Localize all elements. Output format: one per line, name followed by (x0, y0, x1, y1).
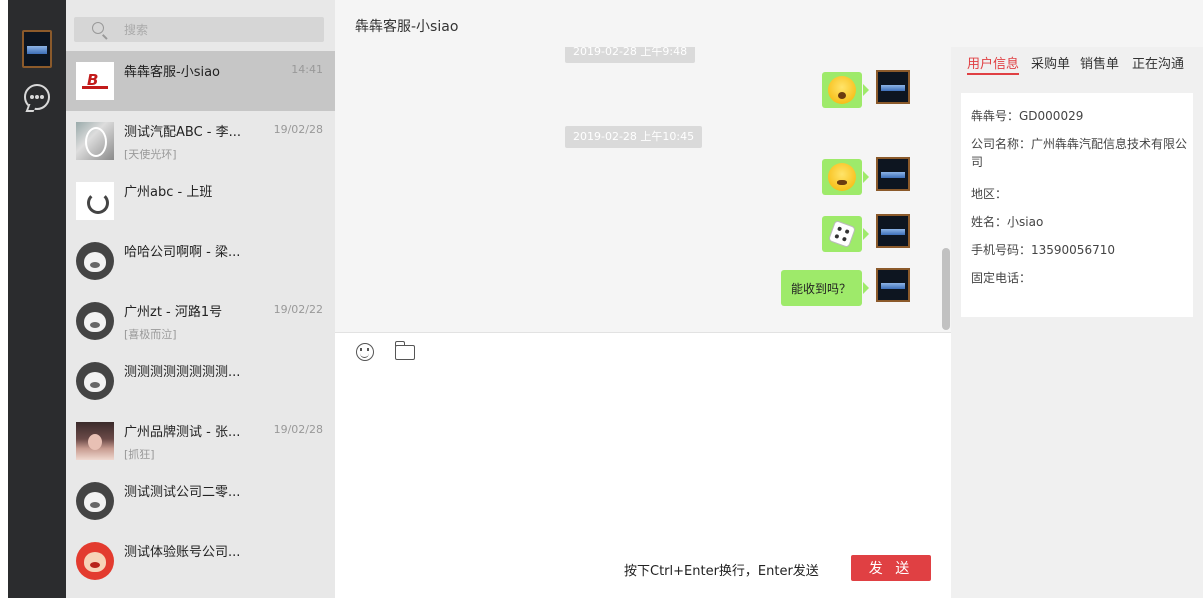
emoji-icon (828, 163, 856, 191)
send-button[interactable]: 发 送 (851, 555, 931, 581)
panel-tabs: 用户信息 采购单 销售单 正在沟通 (951, 47, 1203, 75)
avatar[interactable] (876, 157, 910, 191)
message-scrollbar[interactable] (942, 248, 950, 330)
avatar (76, 362, 114, 400)
avatar (76, 422, 114, 460)
session-item[interactable]: 测试测试公司二零... (66, 471, 335, 531)
info-company-name: 公司名称：广州犇犇汽配信息技术有限公司 (971, 137, 1188, 169)
info-landline: 固定电话： (971, 271, 1032, 285)
avatar (76, 122, 114, 160)
info-benben-id: 犇犇号：GD000029 (971, 109, 1084, 123)
session-item[interactable]: 测试汽配ABC - 李... 19/02/28 [天使光环] (66, 111, 335, 171)
session-time: 14:41 (291, 63, 323, 76)
search-icon (92, 22, 104, 34)
session-preview: [喜极而泣] (124, 328, 177, 341)
session-preview: [天使光环] (124, 148, 177, 161)
tab-purchase-orders[interactable]: 采购单 (1031, 53, 1070, 72)
active-tab-indicator (967, 73, 1019, 75)
user-avatar[interactable] (22, 30, 52, 68)
message-text: 能收到吗？ (791, 282, 852, 296)
tab-sales-orders[interactable]: 销售单 (1080, 53, 1119, 72)
avatar[interactable] (876, 214, 910, 248)
session-item[interactable]: 广州品牌测试 - 张... 19/02/28 [抓狂] (66, 411, 335, 471)
message-bubble[interactable] (822, 216, 869, 252)
chat-title: 犇犇客服-小siao (355, 19, 459, 35)
avatar (76, 302, 114, 340)
avatar: B (76, 62, 114, 100)
session-name: 犇犇客服-小siao (124, 65, 220, 80)
info-name: 姓名：小siao (971, 215, 1044, 229)
avatar (76, 482, 114, 520)
session-item[interactable]: 测试体验账号公司... (66, 531, 335, 591)
session-name: 测试汽配ABC - 李... (124, 125, 242, 140)
search-box[interactable] (74, 17, 324, 42)
message-bubble[interactable]: 能收到吗？ (781, 270, 869, 306)
avatar (76, 542, 114, 580)
session-item[interactable]: 哈哈公司啊啊 - 梁... (66, 231, 335, 291)
tab-user-info[interactable]: 用户信息 (967, 53, 1019, 72)
session-name: 测试体验账号公司... (124, 545, 241, 560)
session-preview: [抓狂] (124, 448, 155, 461)
app-window: B 犇犇客服-小siao 14:41 测试汽配ABC - 李... 19/02/… (0, 0, 1203, 598)
tab-in-conversation[interactable]: 正在沟通 (1132, 53, 1184, 72)
message-timestamp: 2019-02-28 上午9:48 (565, 47, 696, 63)
avatar (76, 182, 114, 220)
right-panel: 用户信息 采购单 销售单 正在沟通 犇犇号：GD000029 公司名称：广州犇犇… (951, 47, 1203, 598)
session-item[interactable]: 广州zt - 河路1号 19/02/22 [喜极而泣] (66, 291, 335, 351)
session-name: 广州abc - 上班 (124, 185, 213, 200)
session-name: 测测测测测测测测... (124, 365, 241, 380)
search-input[interactable] (124, 21, 314, 38)
message-bubble[interactable] (822, 159, 869, 195)
session-name: 哈哈公司啊啊 - 梁... (124, 245, 241, 260)
message-input-area[interactable]: 按下Ctrl+Enter换行，Enter发送 发 送 (335, 333, 951, 598)
message-list[interactable]: 2019-02-28 上午9:48 2019-02-28 上午10:45 能收到… (335, 47, 951, 332)
chat-header: 犇犇客服-小siao (335, 0, 1203, 47)
session-item[interactable]: 测测测测测测测测... (66, 351, 335, 411)
session-name: 广州zt - 河路1号 (124, 305, 223, 320)
session-time: 19/02/22 (273, 303, 323, 316)
avatar[interactable] (876, 70, 910, 104)
session-item[interactable]: 广州abc - 上班 (66, 171, 335, 231)
emoji-icon (828, 76, 856, 104)
session-time: 19/02/28 (273, 123, 323, 136)
message-timestamp: 2019-02-28 上午10:45 (565, 126, 703, 148)
smile-icon[interactable] (356, 343, 374, 361)
session-item[interactable]: B 犇犇客服-小siao 14:41 (66, 51, 335, 111)
session-name: 广州品牌测试 - 张... (124, 425, 241, 440)
session-time: 19/02/28 (273, 423, 323, 436)
avatar[interactable] (876, 268, 910, 302)
folder-icon[interactable] (394, 341, 415, 360)
message-bubble[interactable] (822, 72, 869, 108)
chat-bubble-icon[interactable] (24, 84, 50, 110)
info-mobile: 手机号码：13590056710 (971, 243, 1115, 257)
user-info-card: 犇犇号：GD000029 公司名称：广州犇犇汽配信息技术有限公司 地区： 姓名：… (961, 93, 1193, 317)
session-name: 测试测试公司二零... (124, 485, 241, 500)
dice-icon (827, 219, 857, 249)
send-hint: 按下Ctrl+Enter换行，Enter发送 (624, 564, 819, 579)
left-rail (8, 0, 66, 598)
avatar (76, 242, 114, 280)
info-region: 地区： (971, 187, 1008, 201)
session-list: B 犇犇客服-小siao 14:41 测试汽配ABC - 李... 19/02/… (66, 0, 335, 598)
